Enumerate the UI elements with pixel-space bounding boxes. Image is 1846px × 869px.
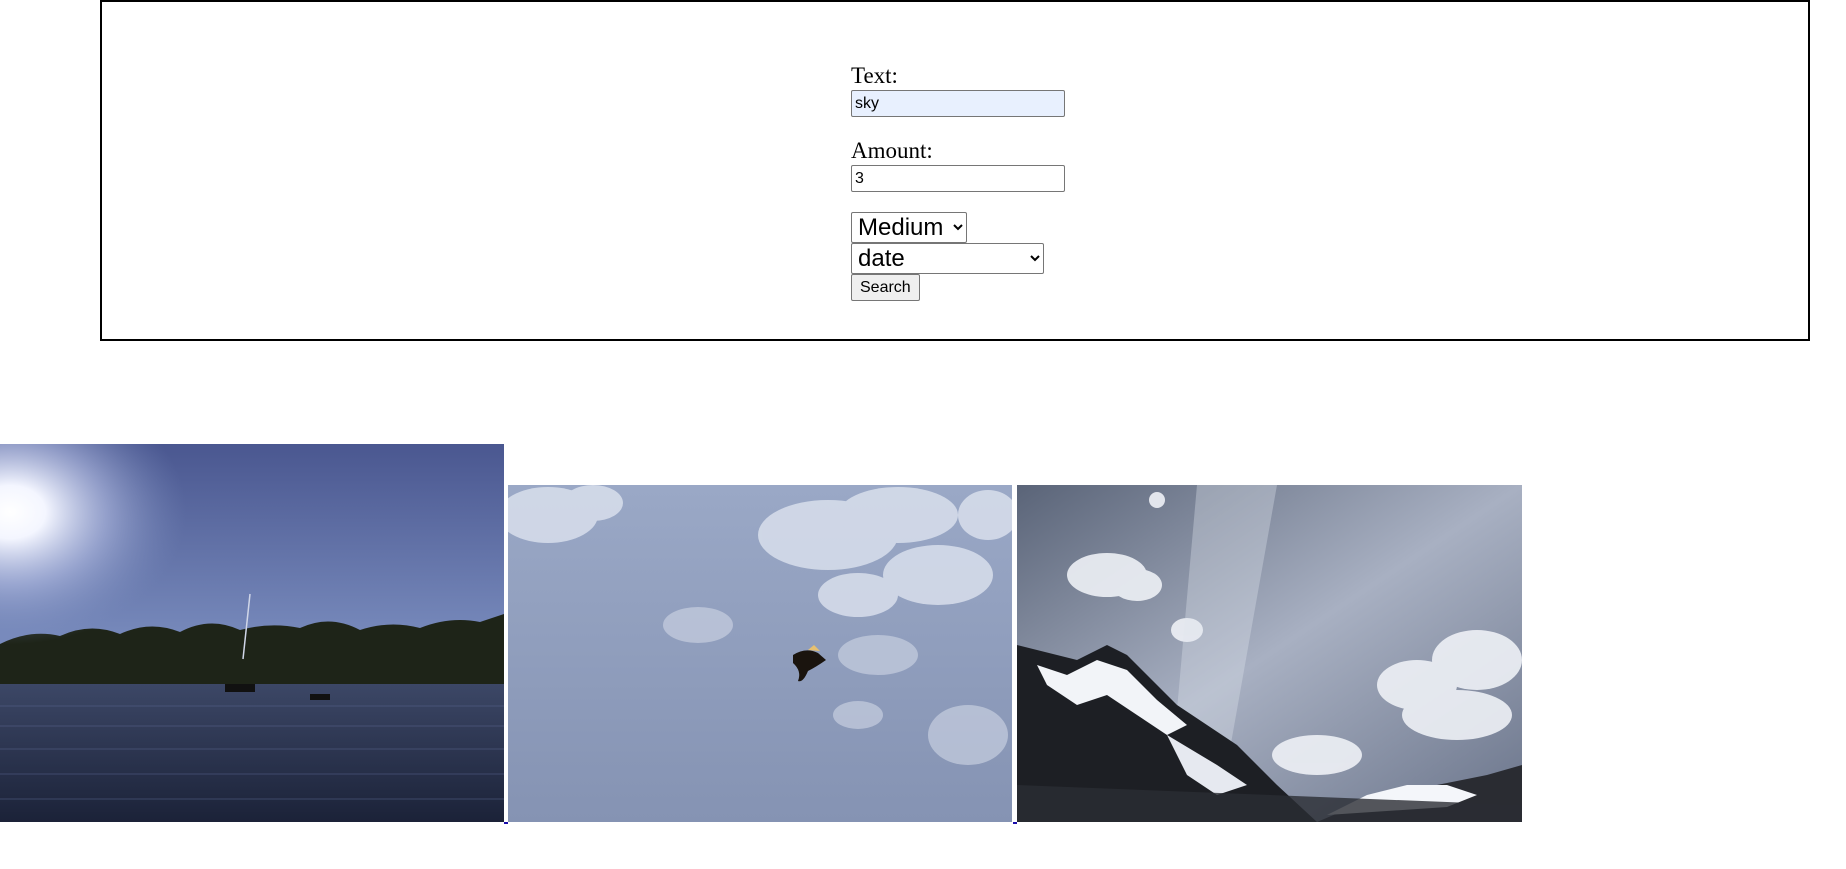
link-underline-2 <box>1013 822 1017 824</box>
result-image-1[interactable] <box>0 444 504 822</box>
result-image-3[interactable] <box>1017 485 1522 822</box>
search-button[interactable]: Search <box>851 274 920 301</box>
sort-select[interactable]: date <box>851 243 1044 274</box>
link-underline-1 <box>504 822 508 824</box>
text-label: Text: <box>851 63 898 88</box>
bird-sky-photo <box>508 485 1012 822</box>
size-select[interactable]: Medium <box>851 212 967 243</box>
search-form-fields: Text: Amount: Medium date Search <box>851 62 1151 301</box>
mountain-photo <box>1017 485 1522 822</box>
result-image-2[interactable] <box>508 485 1012 822</box>
amount-input[interactable] <box>851 165 1065 192</box>
lake-photo <box>0 444 504 822</box>
text-input[interactable] <box>851 90 1065 117</box>
amount-label: Amount: <box>851 138 933 163</box>
search-form: Text: Amount: Medium date Search <box>100 0 1810 341</box>
